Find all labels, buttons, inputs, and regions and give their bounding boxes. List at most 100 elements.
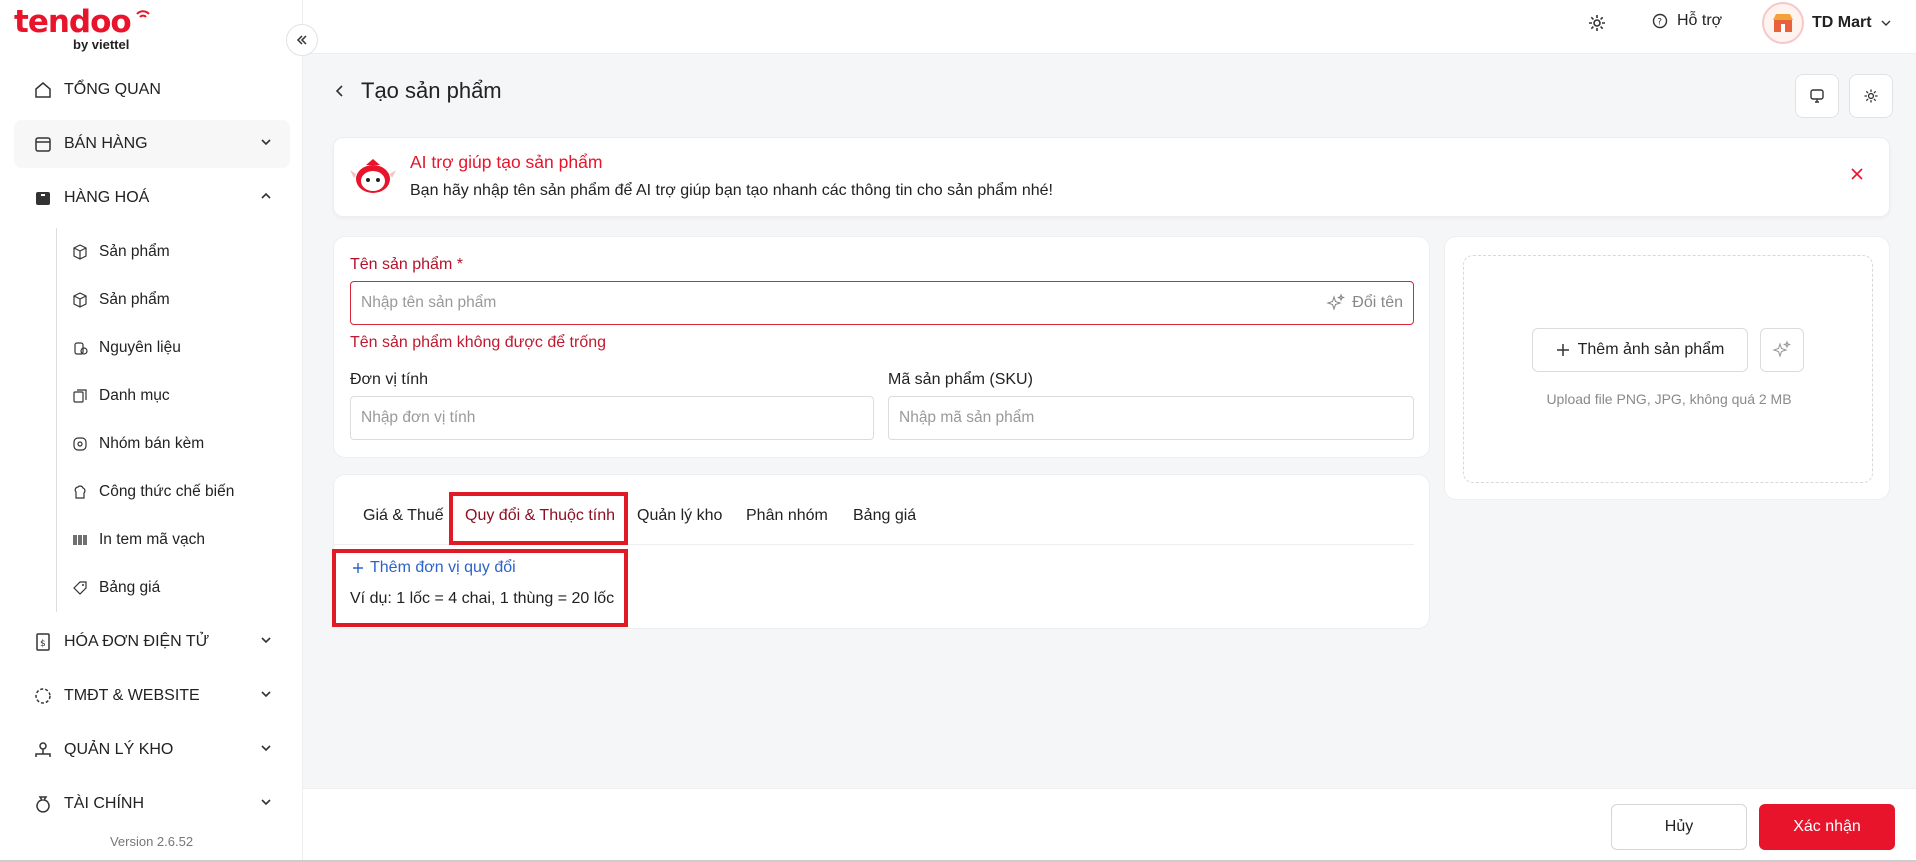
invoice-icon: $ — [32, 631, 54, 653]
content-highlight-box — [332, 549, 628, 627]
tab-highlight-box — [449, 492, 628, 545]
nav-einvoice[interactable]: $ HÓA ĐƠN ĐIỆN TỬ — [14, 618, 290, 666]
nav-finance[interactable]: TÀI CHÍNH — [14, 780, 290, 828]
nav-sales[interactable]: BÁN HÀNG — [14, 120, 290, 168]
nav-warehouse[interactable]: QUẢN LÝ KHO — [14, 726, 290, 774]
app-version: Version 2.6.52 — [109, 834, 194, 849]
money-bag-icon — [32, 793, 54, 815]
signal-icon — [136, 10, 150, 18]
nav-warehouse-label: QUẢN LÝ KHO — [64, 741, 174, 758]
preview-button[interactable] — [1795, 74, 1839, 118]
chevron-up-icon — [261, 192, 271, 199]
page-title: Tạo sản phẩm — [361, 78, 502, 103]
brand-sub: by viettel — [73, 37, 130, 52]
tab-inventory[interactable]: Quản lý kho — [637, 507, 722, 525]
close-icon[interactable] — [1849, 166, 1865, 182]
nav-einvoice-label: HÓA ĐƠN ĐIỆN TỬ — [64, 633, 210, 650]
product-name-label: Tên sản phẩm * — [350, 256, 463, 273]
sku-input[interactable]: Nhập mã sản phẩm — [888, 396, 1414, 440]
help-label: Hỗ trợ — [1677, 12, 1723, 29]
sub-item-label: Công thức chế biến — [99, 483, 235, 500]
nav-ecommerce[interactable]: TMĐT & WEBSITE — [14, 672, 290, 720]
svg-text:$: $ — [40, 639, 46, 649]
chevron-down-icon — [261, 139, 271, 146]
chevron-down-icon — [261, 691, 271, 698]
ai-banner-title: AI trợ giúp tạo sản phẩm — [410, 152, 603, 172]
rename-label: Đổi tên — [1352, 294, 1403, 311]
chevron-down-icon — [261, 745, 271, 752]
sub-item-barcode[interactable]: In tem mã vạch — [71, 516, 290, 564]
ai-image-button[interactable] — [1760, 328, 1804, 372]
tag-circle-icon — [71, 435, 89, 453]
svg-text:?: ? — [1657, 18, 1662, 28]
shop-icon — [1773, 14, 1793, 32]
globe-icon — [32, 685, 54, 707]
ai-banner-description: Bạn hãy nhập tên sản phẩm để AI trợ giúp… — [410, 182, 1053, 199]
settings-button[interactable] — [1586, 12, 1608, 39]
page-settings-button[interactable] — [1849, 74, 1893, 118]
product-name-input[interactable]: Nhập tên sản phẩm Đổi tên — [350, 281, 1414, 325]
chevron-down-icon — [261, 637, 271, 644]
add-image-label: Thêm ảnh sản phẩm — [1577, 341, 1725, 358]
double-chevron-left-icon — [296, 35, 307, 45]
nav-ecommerce-label: TMĐT & WEBSITE — [64, 687, 200, 704]
question-circle-icon: ? — [1652, 13, 1668, 29]
sku-placeholder: Nhập mã sản phẩm — [899, 409, 1035, 426]
nav-overview[interactable]: TỔNG QUAN — [14, 66, 290, 114]
monitor-icon — [1810, 89, 1824, 103]
brand-name: tendoo — [14, 4, 132, 40]
sub-item-label: Danh mục — [99, 387, 170, 404]
collapse-sidebar-button[interactable] — [286, 24, 318, 56]
help-link[interactable]: ? Hỗ trợ — [1651, 12, 1722, 30]
nav-goods-label: HÀNG HOÁ — [64, 189, 150, 206]
unit-placeholder: Nhập đơn vị tính — [361, 409, 476, 426]
chevron-down-icon — [261, 799, 271, 806]
store-icon — [32, 133, 54, 155]
sub-item-label: Nguyên liệu — [99, 339, 181, 356]
plus-icon — [1556, 344, 1569, 356]
sub-item-combo[interactable]: Nhóm bán kèm — [71, 420, 290, 468]
price-tag-icon — [71, 579, 89, 597]
nav-sales-label: BÁN HÀNG — [64, 135, 148, 152]
cube-icon — [71, 291, 89, 309]
ai-assist-banner: AI trợ giúp tạo sản phẩm Bạn hãy nhập tê… — [333, 137, 1890, 217]
product-info-card: Tên sản phẩm * Nhập tên sản phẩm Đổi tên… — [333, 236, 1430, 458]
sub-item-product-2[interactable]: Sản phẩm — [71, 276, 290, 324]
sub-item-ingredients[interactable]: Nguyên liệu — [71, 324, 290, 372]
home-icon — [32, 79, 54, 101]
nav-overview-label: TỔNG QUAN — [64, 81, 161, 98]
sub-item-product-1[interactable]: Sản phẩm — [71, 228, 290, 276]
ingredients-icon — [71, 339, 89, 357]
sub-item-recipes[interactable]: Công thức chế biến — [71, 468, 290, 516]
cube-icon — [71, 243, 89, 261]
sub-item-categories[interactable]: Danh mục — [71, 372, 290, 420]
page-header: Tạo sản phẩm — [333, 78, 502, 104]
unit-input[interactable]: Nhập đơn vị tính — [350, 396, 874, 440]
sub-item-label: In tem mã vạch — [99, 531, 205, 548]
ai-mascot-icon — [350, 159, 396, 193]
sub-item-price-list[interactable]: Bảng giá — [71, 564, 290, 612]
barcode-icon — [71, 531, 89, 549]
sub-item-label: Bảng giá — [99, 579, 161, 596]
add-image-button[interactable]: Thêm ảnh sản phẩm — [1532, 328, 1748, 372]
ai-rename-button[interactable]: Đổi tên — [1326, 293, 1403, 313]
top-bar: ? Hỗ trợ TD Mart — [303, 0, 1916, 54]
cancel-button[interactable]: Hủy — [1611, 804, 1747, 850]
nav-finance-label: TÀI CHÍNH — [64, 795, 144, 812]
tab-grouping[interactable]: Phân nhóm — [746, 507, 828, 525]
confirm-button[interactable]: Xác nhận — [1759, 804, 1895, 850]
nav-goods[interactable]: HÀNG HOÁ — [14, 174, 290, 222]
box-icon — [32, 187, 54, 209]
sub-item-label: Nhóm bán kèm — [99, 435, 205, 452]
tab-price-list[interactable]: Bảng giá — [853, 507, 916, 525]
sub-item-label: Sản phẩm — [99, 291, 170, 308]
main-nav: TỔNG QUAN BÁN HÀNG HÀNG HOÁ Sản phẩm Sản… — [14, 66, 290, 834]
product-name-placeholder: Nhập tên sản phẩm — [361, 294, 497, 311]
sku-label: Mã sản phẩm (SKU) — [888, 371, 1033, 388]
user-menu[interactable]: TD Mart — [1762, 2, 1892, 44]
back-arrow-icon[interactable] — [333, 83, 347, 99]
tendoo-logo[interactable]: tendoo by viettel — [14, 4, 150, 52]
image-dropzone[interactable]: Thêm ảnh sản phẩm Upload file PNG, JPG, … — [1463, 255, 1873, 483]
tab-price-tax[interactable]: Giá & Thuế — [363, 507, 444, 525]
gear-icon — [1864, 89, 1878, 103]
